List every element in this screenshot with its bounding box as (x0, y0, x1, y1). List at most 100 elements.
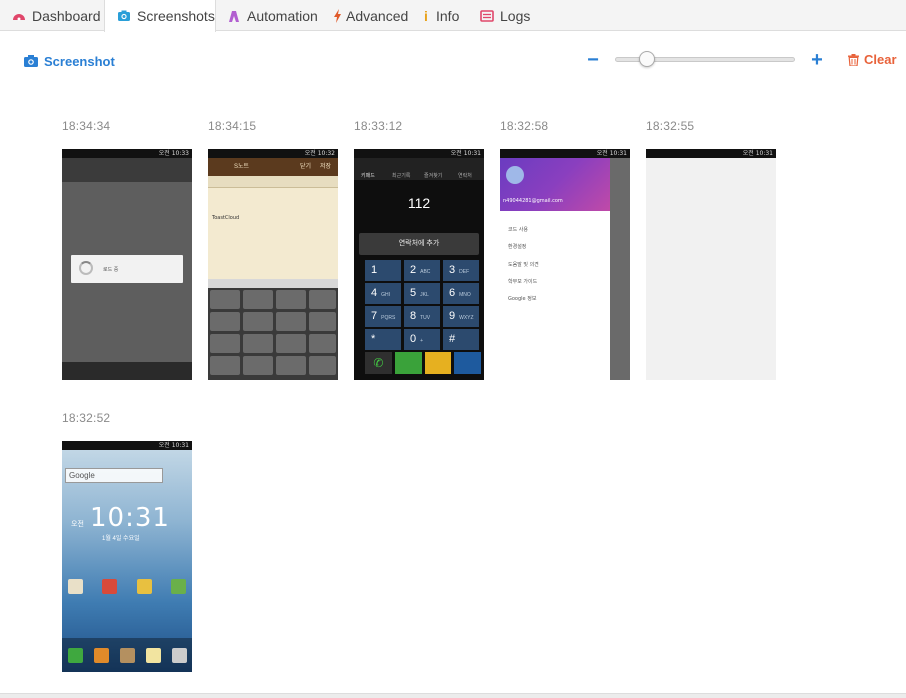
keyboard-keys (210, 290, 336, 375)
camera-icon (118, 10, 130, 21)
screenshot-timestamp: 18:34:34 (62, 119, 111, 133)
clear-button[interactable]: Clear (848, 52, 897, 67)
dialpad-key: 2 ABC (404, 260, 440, 281)
note-header: S노트 닫기 저장 (208, 158, 338, 176)
dialpad-digit: 8 (410, 310, 417, 322)
dialer-tabs: 키패드 최근기록 즐겨찾기 연락처 (354, 158, 484, 180)
tab-advanced[interactable]: Advanced (321, 0, 408, 31)
dialpad-letters: MNO (459, 292, 471, 298)
dialer-actions: ✆ (365, 352, 481, 374)
dialed-number: 112 (407, 195, 431, 211)
app-icon (68, 579, 83, 594)
apps-icon (171, 647, 187, 663)
dialpad-digit: # (449, 333, 456, 345)
app-row (68, 579, 186, 599)
dock (62, 638, 192, 672)
tab-label: Logs (500, 7, 531, 24)
save-text: 저장 (320, 164, 332, 170)
tab-label: Info (436, 7, 460, 24)
bottom-border (0, 693, 906, 698)
tab-automation[interactable]: Automation (215, 0, 318, 31)
screenshot-thumbnail[interactable]: 오전 10:31 Google 오전 10:31 1월 4일 수요일 (62, 441, 192, 672)
dialpad-letters: TUV (420, 315, 431, 321)
phone-icon (67, 647, 83, 663)
dimmed-content (610, 158, 630, 380)
tab-logs[interactable]: Logs (468, 0, 530, 31)
dialer-tab: 키패드 (361, 173, 375, 179)
dialpad-key: 9 WXYZ (443, 306, 479, 327)
messages-icon (119, 647, 135, 663)
dialpad-letters: GHI (381, 292, 391, 298)
tab-screenshots[interactable]: Screenshots (104, 0, 216, 32)
clock-time: 10:31 (90, 503, 170, 533)
loading-dialog: 로드 중 (71, 255, 183, 283)
dialpad-key: 6 MNO (443, 283, 479, 304)
status-bar: 오전 10:32 (208, 149, 338, 158)
status-bar: 오전 10:31 (500, 149, 630, 158)
trash-icon (848, 53, 859, 66)
screenshot-label: Screenshot (44, 53, 115, 69)
screenshot-thumbnail[interactable]: 오전 10:31 n49044281@gmail.com 코드 사용 환경설정 … (500, 149, 630, 380)
screenshot-thumbnail[interactable]: 오전 10:31 (646, 149, 776, 380)
screenshot-timestamp: 18:32:58 (500, 119, 549, 133)
tab-label: Screenshots (137, 8, 215, 24)
dialpad-key: 8 TUV (404, 306, 440, 327)
status-bar: 오전 10:31 (354, 149, 484, 158)
screenshot-timestamp: 18:32:55 (646, 119, 695, 133)
screenshot-thumbnail[interactable]: 오전 10:31 키패드 최근기록 즐겨찾기 연락처 112 연락처에 추가 1… (354, 149, 484, 380)
dialer-tab: 최근기록 (392, 173, 411, 179)
email-icon (145, 647, 161, 663)
zoom-slider-thumb[interactable] (638, 51, 655, 67)
menu-item: 환경설정 (508, 244, 527, 250)
dialpad-key: 0 + (404, 329, 440, 350)
dialpad-key: 5 JKL (404, 283, 440, 304)
dialpad-letters: + (420, 338, 424, 344)
call-icon: ✆ (365, 352, 392, 374)
dialpad-digit: * (371, 333, 376, 345)
keyboard (208, 288, 338, 380)
bolt-icon (334, 8, 341, 23)
automation-icon (229, 10, 239, 22)
dialpad-digit: 4 (371, 287, 378, 299)
tab-info[interactable]: i Info (412, 0, 459, 31)
screenshot-thumbnail[interactable]: 오전 10:32 S노트 닫기 저장 ToastCloud (208, 149, 338, 380)
dialog-text: 로드 중 (103, 267, 119, 273)
dialpad-digit: 3 (449, 264, 456, 276)
clock-ampm: 오전 (71, 521, 84, 528)
dialpad-letters: WXYZ (459, 315, 474, 321)
video-call-icon (394, 352, 422, 374)
keyboard-strip (208, 279, 338, 288)
zoom-out-button[interactable]: − (586, 50, 600, 70)
dialpad-digit: 7 (371, 310, 378, 322)
dialpad-key: * (365, 329, 401, 350)
dialpad: 1 2 ABC 3 DEF 4 GHI 5 JKL 6 MNO 7 PQRS 8 TUV 9 WXYZ * 0 + # (365, 260, 481, 360)
dialpad-letters: JKL (420, 292, 429, 298)
add-contact-button: 연락처에 추가 (359, 233, 479, 255)
screenshot-thumbnail[interactable]: 오전 10:33 로드 중 (62, 149, 192, 380)
info-icon: i (424, 7, 428, 24)
status-bar: 오전 10:33 (62, 149, 192, 158)
note-text: ToastCloud (212, 215, 240, 221)
status-bar: 오전 10:31 (62, 441, 192, 450)
dialer-tab: 연락처 (458, 173, 472, 179)
logs-icon (480, 9, 494, 22)
google-search-bar: Google (65, 468, 163, 483)
app-icon (102, 579, 118, 594)
dialpad-digit: 6 (449, 287, 456, 299)
dialpad-key: 7 PQRS (365, 306, 401, 327)
dialpad-digit: 0 (410, 333, 417, 345)
dialpad-digit: 5 (410, 287, 417, 299)
account-header: n49044281@gmail.com (500, 158, 610, 211)
close-text: 닫기 (300, 164, 312, 170)
dialpad-key: # (443, 329, 479, 350)
contacts-icon (93, 647, 109, 663)
message-icon (424, 352, 452, 374)
note-toolbar (208, 176, 338, 188)
menu-item: 학부모 가이드 (508, 279, 538, 285)
note-title: S노트 (234, 164, 250, 170)
tab-bar: Dashboard Screenshots Automation Advance… (0, 0, 906, 32)
tab-dashboard[interactable]: Dashboard (0, 0, 101, 31)
menu-item: Google 정보 (508, 296, 537, 302)
zoom-in-button[interactable]: + (810, 50, 824, 70)
take-screenshot-button[interactable]: Screenshot (24, 52, 115, 70)
